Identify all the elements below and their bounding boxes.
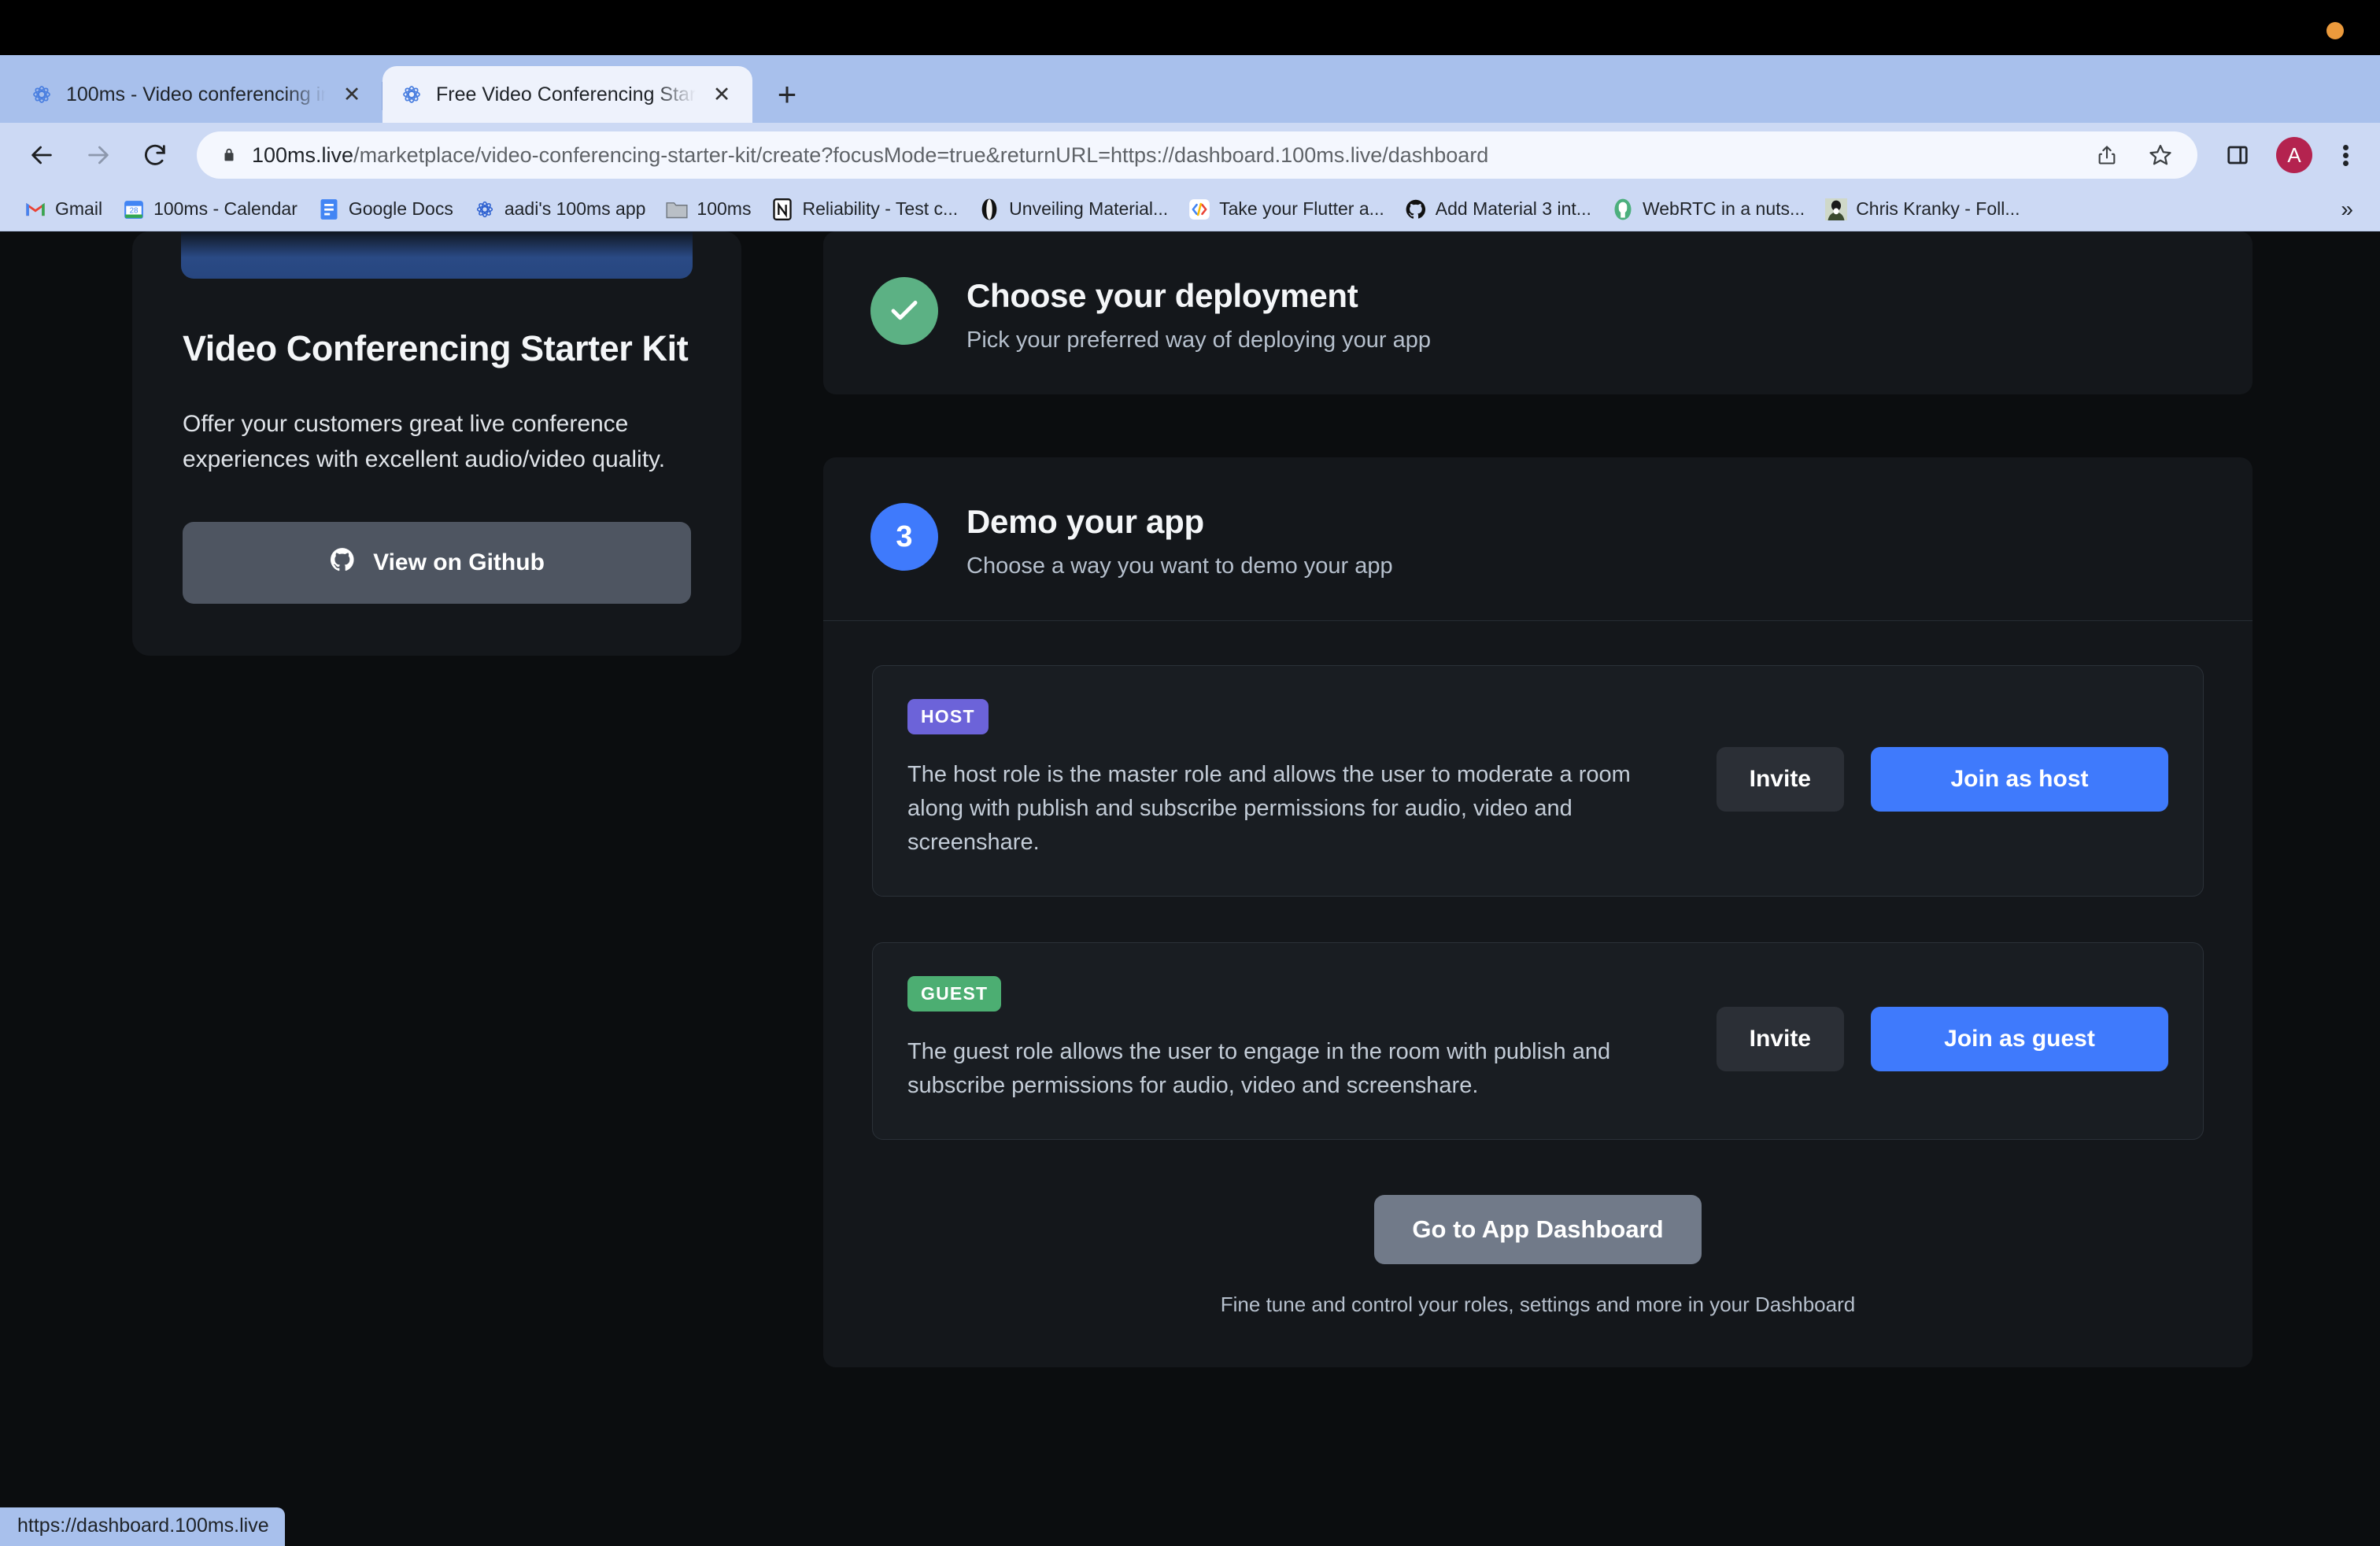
bookmark-reliability-test[interactable]: Reliability - Test c... xyxy=(761,194,968,224)
svg-text:28: 28 xyxy=(130,206,139,215)
step-number-badge: 3 xyxy=(870,503,938,571)
browser-tab-strip: 100ms - Video conferencing int ✕ Free Vi… xyxy=(0,55,2380,123)
bookmark-gmail[interactable]: Gmail xyxy=(14,194,113,224)
github-icon xyxy=(329,546,356,579)
bookmark-label: Add Material 3 int... xyxy=(1435,198,1591,219)
bookmark-google-docs[interactable]: Google Docs xyxy=(308,194,464,224)
bookmark-label: Take your Flutter a... xyxy=(1219,198,1384,219)
google-dev-icon xyxy=(1188,198,1210,220)
step-title: Demo your app xyxy=(966,503,1204,540)
view-on-github-button[interactable]: View on Github xyxy=(183,521,691,604)
bookmark-label: 100ms xyxy=(697,198,752,219)
new-tab-button[interactable]: + xyxy=(765,72,809,117)
medium-icon xyxy=(978,198,1000,220)
github-icon xyxy=(1405,198,1427,220)
role-card-host: HOST The host role is the master role an… xyxy=(872,665,2204,897)
invite-host-button[interactable]: Invite xyxy=(1716,746,1844,812)
step-complete-badge xyxy=(870,277,938,345)
bookmark-unveiling-material[interactable]: Unveiling Material... xyxy=(968,194,1178,224)
bookmarks-overflow-button[interactable]: » xyxy=(2328,197,2366,222)
url-host: 100ms.live xyxy=(252,142,354,167)
bookmark-label: Google Docs xyxy=(348,198,453,219)
100ms-icon xyxy=(474,198,496,220)
back-arrow-icon[interactable] xyxy=(19,132,65,178)
steps-column: Choose your deployment Pick your preferr… xyxy=(823,231,2252,1546)
bookmark-label: Reliability - Test c... xyxy=(802,198,959,219)
step-subtitle: Pick your preferred way of deploying you… xyxy=(966,327,1431,353)
dashboard-note: Fine tune and control your roles, settin… xyxy=(1220,1292,1856,1316)
kebab-menu-icon[interactable] xyxy=(2330,142,2361,168)
role-description: The host role is the master role and all… xyxy=(907,762,1631,855)
status-badge-host: HOST xyxy=(907,699,989,734)
os-title-bar xyxy=(0,0,2380,55)
bookmark-label: Unveiling Material... xyxy=(1009,198,1169,219)
browser-tab-1[interactable]: Free Video Conferencing Starte ✕ xyxy=(382,66,752,123)
webrtc-icon xyxy=(1612,198,1634,220)
view-on-github-label: View on Github xyxy=(373,549,545,575)
bookmark-100ms-calendar[interactable]: 28 100ms - Calendar xyxy=(113,194,308,224)
join-as-host-button[interactable]: Join as host xyxy=(1871,746,2168,812)
step-demo-your-app-panel: 3 Demo your app Choose a way you want to… xyxy=(823,457,2252,1367)
notion-icon xyxy=(771,198,793,220)
share-icon[interactable] xyxy=(2087,135,2127,175)
link-status-bar: https://dashboard.100ms.live xyxy=(0,1507,285,1546)
gmail-icon xyxy=(24,198,46,220)
go-to-app-dashboard-button[interactable]: Go to App Dashboard xyxy=(1374,1194,1702,1264)
promo-hero-banner xyxy=(181,231,693,279)
google-docs-icon xyxy=(318,198,340,220)
bookmark-aadis-100ms-app[interactable]: aadi's 100ms app xyxy=(464,194,656,224)
bookmark-folder-100ms[interactable]: 100ms xyxy=(656,194,761,224)
step-title: Choose your deployment xyxy=(966,277,1358,314)
browser-tab-0[interactable]: 100ms - Video conferencing int ✕ xyxy=(13,66,382,123)
browser-tab-title: Free Video Conferencing Starte xyxy=(436,83,696,105)
browser-tab-title: 100ms - Video conferencing int xyxy=(66,83,326,105)
step-subtitle: Choose a way you want to demo your app xyxy=(966,553,1393,579)
address-bar-url: 100ms.live/marketplace/video-conferencin… xyxy=(252,143,2073,168)
100ms-icon xyxy=(30,83,54,106)
bookmarks-bar: Gmail 28 100ms - Calendar Google Docs aa… xyxy=(0,187,2380,231)
folder-icon xyxy=(666,198,688,220)
avatar-photo-icon xyxy=(1825,198,1848,220)
invite-guest-button[interactable]: Invite xyxy=(1716,1007,1844,1072)
role-card-guest: GUEST The guest role allows the user to … xyxy=(872,941,2204,1140)
bookmark-label: WebRTC in a nuts... xyxy=(1642,198,1805,219)
recording-indicator-dot xyxy=(2326,22,2344,39)
bookmark-label: Gmail xyxy=(55,198,103,219)
step-choose-deployment-panel: Choose your deployment Pick your preferr… xyxy=(823,231,2252,394)
tab-close-icon[interactable]: ✕ xyxy=(338,81,365,108)
starter-kit-promo-card: Video Conferencing Starter Kit Offer you… xyxy=(132,231,741,656)
address-bar[interactable]: 100ms.live/marketplace/video-conferencin… xyxy=(197,131,2197,179)
lock-icon xyxy=(220,145,238,165)
bookmark-label: aadi's 100ms app xyxy=(504,198,646,219)
role-description: The guest role allows the user to engage… xyxy=(907,1038,1611,1098)
join-as-guest-button[interactable]: Join as guest xyxy=(1871,1007,2168,1072)
bookmark-take-your-flutter[interactable]: Take your Flutter a... xyxy=(1178,194,1395,224)
browser-toolbar: 100ms.live/marketplace/video-conferencin… xyxy=(0,123,2380,187)
page-content: Video Conferencing Starter Kit Offer you… xyxy=(0,231,2380,1546)
bookmark-webrtc-nutshell[interactable]: WebRTC in a nuts... xyxy=(1602,194,1815,224)
forward-arrow-icon[interactable] xyxy=(76,132,121,178)
bookmark-chris-kranky[interactable]: Chris Kranky - Foll... xyxy=(1815,194,2030,224)
bookmark-add-material-3[interactable]: Add Material 3 int... xyxy=(1395,194,1602,224)
tab-close-icon[interactable]: ✕ xyxy=(708,81,735,108)
side-panel-icon[interactable] xyxy=(2216,134,2259,176)
google-calendar-icon: 28 xyxy=(123,198,145,220)
check-icon xyxy=(891,301,918,320)
promo-description: Offer your customers great live conferen… xyxy=(183,410,666,473)
bookmark-label: 100ms - Calendar xyxy=(153,198,298,219)
promo-column: Video Conferencing Starter Kit Offer you… xyxy=(128,231,741,1546)
status-badge-guest: GUEST xyxy=(907,975,1002,1012)
bookmark-label: Chris Kranky - Foll... xyxy=(1856,198,2020,219)
avatar[interactable]: A xyxy=(2276,137,2312,173)
100ms-icon xyxy=(400,83,423,106)
promo-title: Video Conferencing Starter Kit xyxy=(183,328,689,368)
reload-icon[interactable] xyxy=(132,132,178,178)
star-icon[interactable] xyxy=(2141,135,2180,175)
url-path: /marketplace/video-conferencing-starter-… xyxy=(353,142,1489,167)
